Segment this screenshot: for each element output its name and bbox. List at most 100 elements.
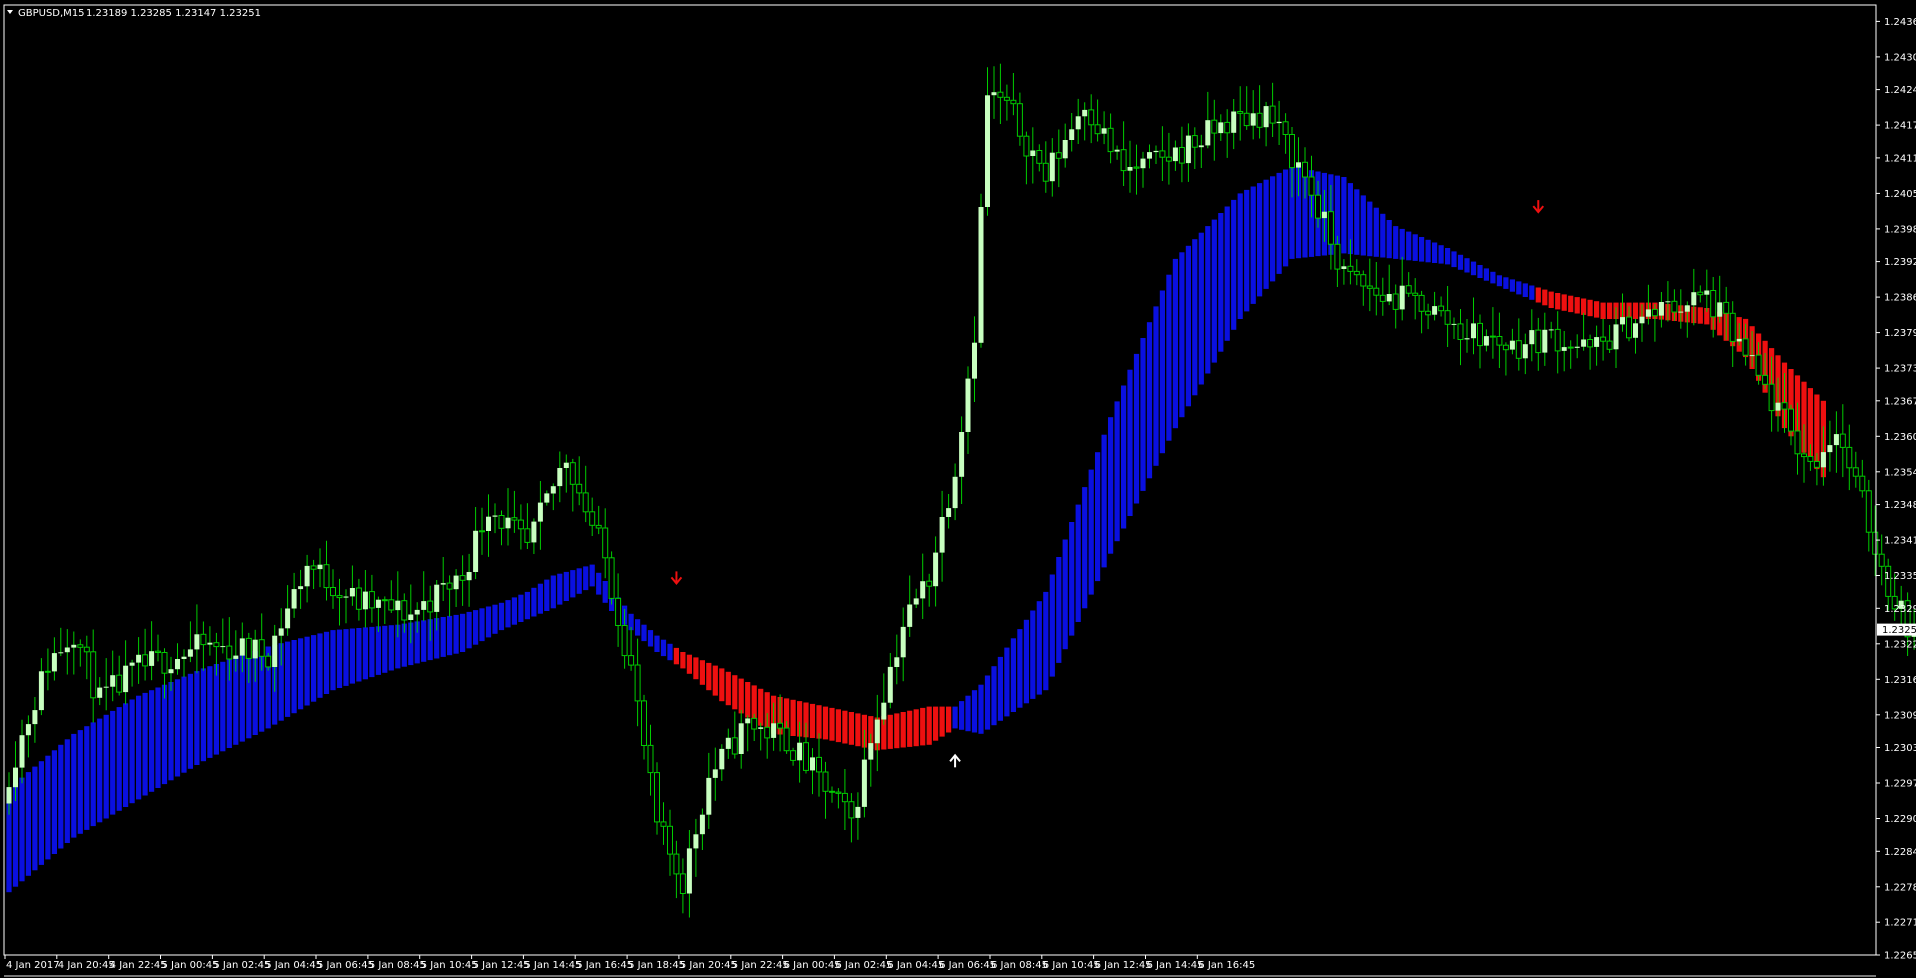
candle-body (175, 659, 180, 670)
band-bar (161, 684, 168, 785)
band-bar (822, 706, 829, 740)
band-bar (1542, 289, 1548, 306)
band-bar (479, 608, 485, 642)
band-bar (1244, 189, 1250, 312)
candle-body (58, 652, 64, 654)
candle-body (1030, 150, 1036, 156)
band-bar (19, 777, 25, 882)
candle-body (408, 614, 414, 620)
price-chart[interactable]: 1.24365 1.24300 1.24240 1.24175 1.24115 1.240… (0, 0, 1916, 978)
candle-body (304, 565, 310, 587)
band-bar (103, 714, 109, 819)
band-bar (194, 671, 200, 765)
candle-body (1178, 147, 1185, 164)
x-tick-label: 6 Jan 08:45 (991, 960, 1048, 971)
band-bar (1438, 245, 1444, 264)
candle-body (498, 515, 505, 529)
candle-body (959, 432, 965, 477)
candle-body (1075, 116, 1081, 130)
candle-body (758, 727, 764, 729)
candle-body (155, 650, 161, 654)
candle-body (103, 686, 109, 688)
band-bar (58, 744, 64, 849)
candle-body (1049, 152, 1055, 182)
band-bar (1270, 176, 1276, 282)
candle-body (434, 584, 440, 612)
candle-body (272, 635, 278, 667)
band-bar (71, 733, 77, 838)
y-tick-label: 1.22715 (1884, 918, 1916, 929)
band-bar (1049, 574, 1055, 677)
candle-body (686, 848, 692, 894)
candle-body (207, 642, 213, 645)
band-bar (686, 654, 692, 674)
band-bar (1127, 369, 1133, 516)
band-bar (311, 635, 317, 702)
candle-body (13, 767, 18, 788)
band-bar (1146, 322, 1153, 479)
candle-body (194, 634, 200, 650)
candle-body (1165, 156, 1172, 162)
x-tick-label: 5 Jan 10:45 (421, 960, 478, 971)
candle-body (446, 582, 453, 590)
candle-body (1833, 434, 1839, 446)
band-bar (978, 684, 984, 734)
candle-body (116, 674, 123, 693)
candle-body (343, 596, 349, 598)
candle-body (1425, 310, 1432, 316)
candle-body (544, 493, 550, 503)
candle-body (298, 586, 304, 590)
candle-body (894, 657, 900, 667)
band-bar (123, 703, 129, 807)
candle-body (1198, 145, 1204, 148)
y-tick-label: 1.22845 (1884, 847, 1916, 858)
band-bar (168, 682, 174, 781)
candle-body (90, 651, 97, 699)
candle-body (563, 462, 569, 468)
candle-body (19, 735, 25, 768)
candle-body (1567, 346, 1574, 349)
y-tick-label: 1.23795 (1884, 328, 1916, 339)
candle-body (660, 821, 667, 827)
candle-body (1418, 294, 1425, 312)
band-bar (1179, 252, 1185, 418)
candle-body (265, 655, 272, 668)
band-bar (38, 761, 44, 865)
candle-body (1574, 346, 1580, 348)
candle-body (1127, 167, 1133, 171)
band-bar (1445, 248, 1451, 265)
band-bar (1399, 228, 1405, 260)
band-bar (1393, 226, 1399, 259)
candle-body (1665, 301, 1671, 303)
candle-body (427, 600, 434, 613)
band-bar (1075, 504, 1081, 622)
candle-body (149, 651, 155, 666)
y-tick-label: 1.23225 (1884, 639, 1916, 650)
band-bar (207, 666, 213, 758)
y-tick-label: 1.23730 (1884, 364, 1916, 375)
band-bar (583, 566, 589, 591)
candle-body (615, 597, 622, 627)
candle-body (1399, 285, 1405, 310)
x-tick-label: 5 Jan 16:45 (576, 960, 633, 971)
candle-body (349, 588, 355, 597)
candle-body (1723, 301, 1730, 314)
band-bar (1367, 201, 1373, 257)
band-bar (1600, 302, 1606, 319)
band-bar (1406, 231, 1412, 261)
band-bar (576, 568, 582, 594)
candle-body (1386, 294, 1392, 302)
band-bar (1030, 610, 1036, 699)
candle-body (810, 757, 815, 771)
band-bar (45, 755, 51, 860)
candle-body (803, 742, 809, 771)
band-bar (1419, 237, 1425, 262)
candle-body (1114, 149, 1120, 152)
band-bar (291, 640, 297, 714)
y-tick-label: 1.24175 (1884, 121, 1916, 132)
band-bar (25, 772, 31, 876)
band-bar (362, 627, 368, 680)
candle-body (1554, 328, 1561, 352)
band-bar (1568, 295, 1574, 313)
band-bar (1250, 186, 1256, 304)
